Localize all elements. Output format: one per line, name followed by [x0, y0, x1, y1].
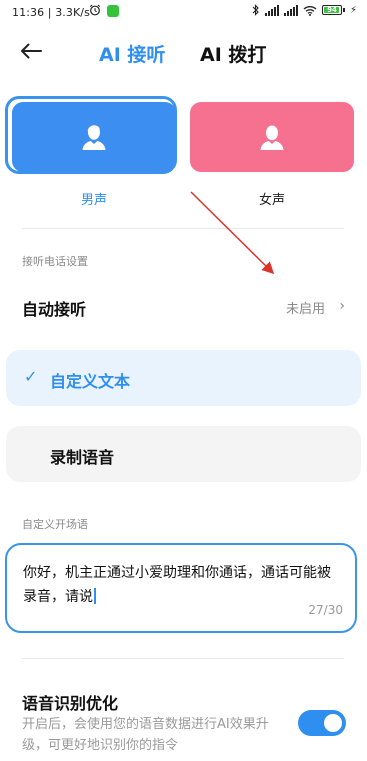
speech-optimization-description: 开启后，会使用您的语音数据进行AI效果升级，可更好地识别你的指令 [22, 717, 269, 753]
section-title-opener: 自定义开场语 [22, 518, 88, 531]
app-notification-icon [107, 5, 119, 17]
person-icon [260, 125, 284, 150]
cell-signal-icon [264, 4, 279, 16]
text-cursor [94, 588, 96, 604]
opener-text-field[interactable]: 你好，机主正通过小爱助理和你通话，通话可能被录音，请说 27/30 [5, 543, 357, 633]
auto-answer-status: 未启用 [285, 302, 325, 317]
divider [22, 658, 344, 659]
male-voice-label: 男声 [80, 193, 107, 208]
auto-answer-row[interactable]: 自动接听 未启用 › [0, 284, 367, 330]
female-voice-label: 女声 [258, 193, 285, 208]
male-voice-card[interactable] [12, 102, 176, 172]
option-custom-text[interactable]: ✓ 自定义文本 [6, 350, 361, 406]
bluetooth-icon [252, 4, 259, 16]
option-record-voice[interactable]: 录制语音 [6, 426, 361, 482]
section-title-call-settings: 接听电话设置 [22, 255, 88, 268]
speech-optimization-title: 语音识别优化 [22, 694, 119, 713]
female-voice-card[interactable] [190, 102, 354, 172]
cell-signal-icon [283, 4, 298, 16]
opener-text-content: 你好，机主正通过小爱助理和你通话，通话可能被录音，请说 [23, 565, 331, 605]
tab-ai-answer[interactable]: AI 接听 [99, 40, 165, 67]
divider [22, 228, 344, 229]
checkmark-icon: ✓ [24, 367, 38, 386]
battery-icon: 94 [321, 5, 345, 15]
toggle-knob [324, 714, 342, 732]
chevron-right-icon: › [339, 298, 345, 314]
back-button[interactable] [14, 36, 48, 66]
back-arrow-icon [21, 43, 42, 59]
option-record-voice-label: 录制语音 [50, 448, 115, 467]
character-counter: 27/30 [308, 603, 343, 617]
alarm-icon [89, 4, 101, 16]
status-bar: 11:36 | 3.3K/s 94 ⚡ [0, 0, 367, 26]
person-icon [82, 125, 106, 150]
battery-percent: 94 [327, 6, 337, 14]
status-time: 11:36 | 3.3K/s [12, 6, 90, 19]
speech-optimization-toggle[interactable] [298, 710, 346, 736]
charging-icon: ⚡ [349, 4, 357, 16]
wifi-icon [303, 5, 317, 16]
tab-ai-dial[interactable]: AI 拨打 [200, 40, 266, 67]
auto-answer-label: 自动接听 [22, 300, 87, 319]
option-custom-text-label: 自定义文本 [50, 372, 131, 391]
opener-text-value[interactable]: 你好，机主正通过小爱助理和你通话，通话可能被录音，请说 [23, 561, 341, 609]
